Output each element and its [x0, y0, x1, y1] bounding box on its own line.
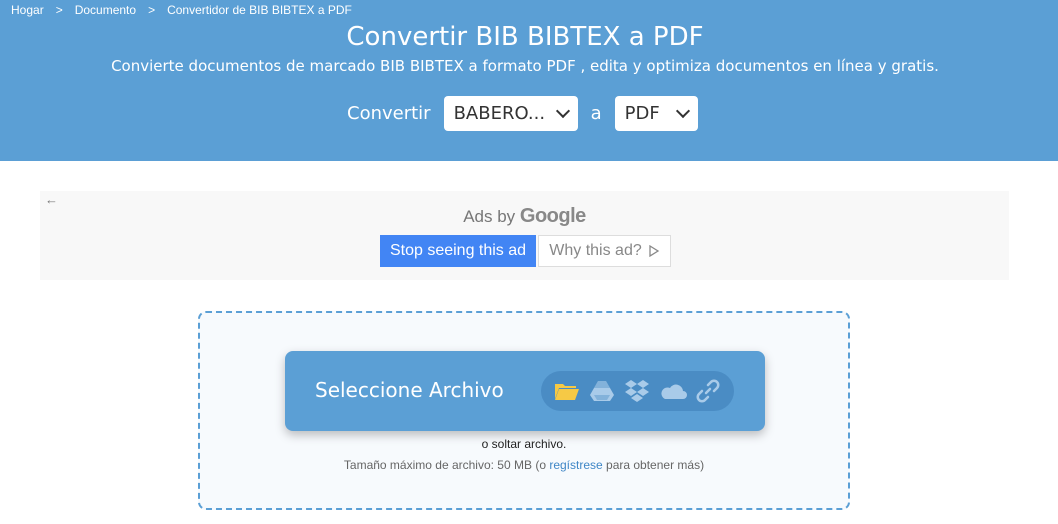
link-icon[interactable] [694, 377, 722, 405]
ads-by-text: Ads by [463, 207, 516, 226]
page-subtitle: Convierte documentos de marcado BIB BIBT… [111, 57, 939, 75]
chevron-down-icon [675, 103, 690, 119]
drop-file-text: o soltar archivo. [481, 437, 567, 451]
google-drive-icon[interactable] [588, 377, 616, 405]
breadcrumb-document[interactable]: Documento [75, 3, 136, 17]
limit-prefix: Tamaño máximo de archivo: 50 MB (o [343, 458, 550, 472]
upload-sources [541, 371, 734, 411]
why-this-ad-button[interactable]: Why this ad? [538, 235, 671, 267]
chevron-down-icon [555, 103, 570, 119]
limit-suffix: para obtener más) [602, 458, 705, 472]
convert-connector: a [590, 103, 602, 124]
register-link[interactable]: regístrese [549, 458, 602, 472]
from-format-value: BABERO... [453, 103, 546, 124]
adchoices-icon [649, 245, 659, 257]
page-title: Convertir BIB BIBTEX a PDF [346, 22, 704, 52]
onedrive-icon[interactable] [659, 377, 687, 405]
convert-label: Convertir [347, 103, 431, 124]
breadcrumb-separator: > [148, 3, 156, 17]
breadcrumb: Hogar > Documento > Convertidor de BIB B… [11, 3, 352, 17]
select-file-label: Seleccione Archivo [315, 378, 504, 402]
ad-panel: ← Ads by Google Stop seeing this ad Why … [40, 191, 1009, 280]
select-file-button[interactable]: Seleccione Archivo [285, 351, 765, 431]
to-format-value: PDF [624, 103, 660, 124]
file-dropzone[interactable]: Seleccione Archivo o soltar archivo. Tam… [198, 311, 850, 510]
google-logo: Google [519, 205, 586, 227]
folder-icon[interactable] [553, 377, 581, 405]
from-format-select[interactable]: BABERO... [443, 96, 578, 131]
breadcrumb-current: Convertidor de BIB BIBTEX a PDF [167, 3, 352, 17]
breadcrumb-home[interactable]: Hogar [11, 3, 44, 17]
to-format-select[interactable]: PDF [614, 96, 698, 131]
stop-seeing-ad-button[interactable]: Stop seeing this ad [380, 235, 536, 267]
file-size-limit: Tamaño máximo de archivo: 50 MB (o regís… [200, 458, 848, 472]
ads-by-google: Ads by Google [40, 205, 1009, 228]
dropbox-icon[interactable] [623, 377, 651, 405]
convert-row: Convertir BABERO... a PDF [347, 96, 698, 131]
hero-banner: Hogar > Documento > Convertidor de BIB B… [0, 0, 1058, 161]
breadcrumb-separator: > [55, 3, 63, 17]
stop-seeing-ad-label: Stop seeing this ad [389, 242, 527, 259]
why-this-ad-label: Why this ad? [549, 242, 642, 259]
